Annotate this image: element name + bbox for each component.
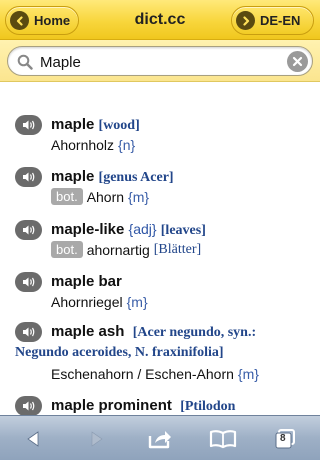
home-button[interactable]: Home (5, 6, 79, 35)
speaker-icon[interactable] (15, 322, 42, 342)
app-window: Home dict.cc DE-EN maple [woo (0, 0, 320, 460)
speaker-icon[interactable] (15, 396, 42, 415)
entry-tag-continued: Negundo aceroides, N. fraxinifolia] (15, 345, 224, 360)
back-icon[interactable] (22, 426, 44, 452)
entry-term: maple prominent [Ptilodon (51, 397, 236, 414)
entry-translation: Ahornriegel {m} (51, 294, 148, 310)
language-pair-button[interactable]: DE-EN (231, 6, 314, 35)
bookmarks-icon[interactable] (208, 426, 238, 452)
entry-tag: [genus Acer] (98, 170, 174, 185)
results-list: maple [wood] Ahornholz {n} maple [genus A… (0, 83, 320, 415)
forward-icon[interactable] (86, 426, 108, 452)
page-title: dict.cc (134, 11, 186, 28)
chevron-right-icon (236, 11, 255, 30)
home-label: Home (34, 13, 71, 28)
tabs-icon[interactable]: 8 (272, 426, 298, 452)
speaker-icon[interactable] (15, 272, 42, 292)
entry-term: maple bar (51, 273, 122, 290)
search-input[interactable] (40, 52, 280, 72)
entry-translation: Eschenahorn / Eschen-Ahorn {m} (51, 366, 259, 382)
share-icon[interactable] (146, 426, 174, 452)
speaker-icon[interactable] (15, 220, 42, 240)
search-bar (0, 40, 320, 82)
entry-translation: Ahornholz {n} (51, 137, 136, 153)
speaker-icon[interactable] (15, 167, 42, 187)
entry-tag: [wood] (98, 118, 140, 133)
subject-badge: bot. (51, 188, 83, 205)
entry-tag: [Acer negundo, syn.: (132, 325, 257, 340)
entry-term: maple [genus Acer] (51, 168, 174, 185)
entry-translation: bot. ahornartig [Blätter] (51, 241, 201, 258)
entry-term: maple-like {adj} [leaves] (51, 221, 206, 238)
subject-badge: bot. (51, 241, 83, 258)
entry-pos: {adj} (128, 221, 157, 237)
nav-bar: Home dict.cc DE-EN (0, 0, 320, 40)
search-field[interactable] (7, 46, 313, 76)
search-icon (17, 54, 33, 75)
clear-icon[interactable] (287, 51, 308, 72)
chevron-left-icon (10, 11, 29, 30)
speaker-icon[interactable] (15, 115, 42, 135)
entry-tag: [Ptilodon (180, 399, 236, 414)
entry-translation: bot. Ahorn {m} (51, 188, 149, 205)
language-pair-label: DE-EN (260, 13, 301, 28)
entry-term: maple [wood] (51, 116, 140, 133)
tabs-count: 8 (280, 433, 286, 444)
entry-tag: [leaves] (160, 223, 206, 238)
browser-toolbar: 8 (0, 415, 320, 460)
entry-term: maple ash [Acer negundo, syn.: (51, 323, 257, 340)
